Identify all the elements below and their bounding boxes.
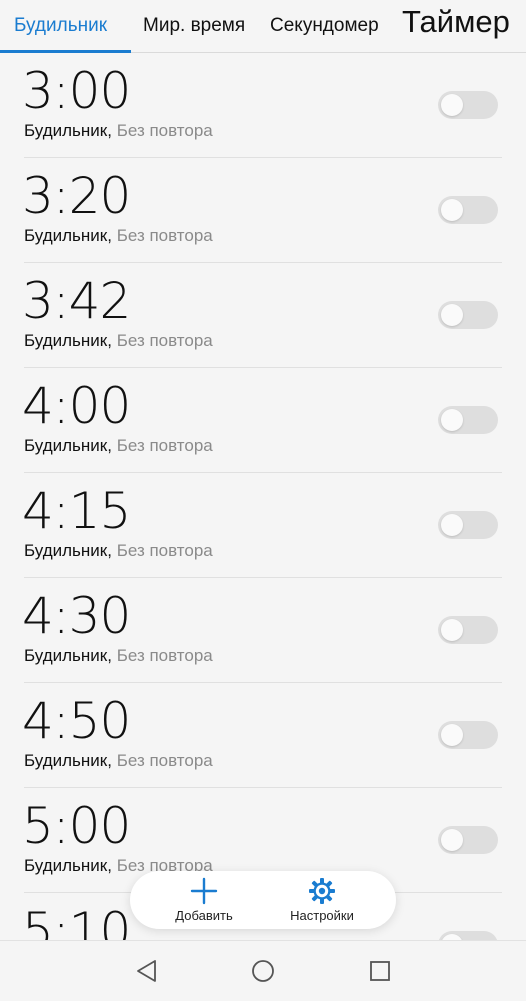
alarm-label: Будильник, (24, 751, 112, 770)
alarm-label: Будильник, (24, 856, 112, 875)
alarm-toggle[interactable] (438, 406, 498, 434)
alarm-label: Будильник, (24, 646, 112, 665)
toggle-knob (441, 199, 463, 221)
alarm-item[interactable]: 4:00 Будильник, Без повтора (0, 368, 526, 473)
toggle-knob (441, 829, 463, 851)
toggle-knob (441, 724, 463, 746)
tab-stopwatch[interactable]: Секундомер (270, 0, 379, 52)
alarm-toggle[interactable] (438, 301, 498, 329)
alarm-subtitle: Будильник, Без повтора (24, 645, 213, 667)
alarm-time: 4:15 (22, 482, 131, 540)
alarm-repeat: Без повтора (116, 331, 213, 350)
alarm-label: Будильник, (24, 436, 112, 455)
alarm-repeat: Без повтора (116, 646, 213, 665)
alarm-time: 3:00 (22, 62, 131, 120)
alarm-toggle[interactable] (438, 616, 498, 644)
system-navigation-bar (0, 940, 526, 1001)
alarm-item[interactable]: 4:50 Будильник, Без повтора (0, 683, 526, 788)
add-alarm-button[interactable]: Добавить (144, 871, 264, 929)
alarm-toggle[interactable] (438, 721, 498, 749)
alarm-subtitle: Будильник, Без повтора (24, 330, 213, 352)
alarm-label: Будильник, (24, 226, 112, 245)
alarm-repeat: Без повтора (116, 121, 213, 140)
alarm-time: 4:00 (22, 377, 131, 435)
tab-alarm[interactable]: Будильник (14, 0, 107, 52)
alarm-repeat: Без повтора (116, 226, 213, 245)
alarm-toggle[interactable] (438, 511, 498, 539)
alarm-subtitle: Будильник, Без повтора (24, 225, 213, 247)
alarm-repeat: Без повтора (116, 436, 213, 455)
tab-bar: Будильник Мир. время Секундомер Таймер (0, 0, 526, 53)
alarm-label: Будильник, (24, 121, 112, 140)
toggle-knob (441, 304, 463, 326)
tab-timer[interactable]: Таймер (402, 0, 510, 44)
toggle-knob (441, 409, 463, 431)
toggle-knob (441, 514, 463, 536)
alarm-item[interactable]: 3:00 Будильник, Без повтора (0, 53, 526, 158)
toggle-knob (441, 619, 463, 641)
alarm-repeat: Без повтора (116, 541, 213, 560)
settings-label: Настройки (290, 908, 354, 923)
alarm-item[interactable]: 3:20 Будильник, Без повтора (0, 158, 526, 263)
alarm-subtitle: Будильник, Без повтора (24, 435, 213, 457)
alarm-subtitle: Будильник, Без повтора (24, 750, 213, 772)
toggle-knob (441, 94, 463, 116)
settings-button[interactable]: Настройки (262, 871, 382, 929)
back-triangle-icon[interactable] (135, 959, 159, 983)
alarm-time: 5:00 (22, 797, 131, 855)
gear-icon (309, 878, 335, 904)
alarm-list[interactable]: 3:00 Будильник, Без повтора 3:20 Будильн… (0, 53, 526, 940)
add-alarm-label: Добавить (175, 908, 233, 923)
alarm-item[interactable]: 3:42 Будильник, Без повтора (0, 263, 526, 368)
recent-square-icon[interactable] (368, 959, 392, 983)
alarm-subtitle: Будильник, Без повтора (24, 120, 213, 142)
alarm-item[interactable]: 4:15 Будильник, Без повтора (0, 473, 526, 578)
alarm-item[interactable]: 4:30 Будильник, Без повтора (0, 578, 526, 683)
alarm-time: 4:50 (22, 692, 131, 750)
alarm-toggle[interactable] (438, 91, 498, 119)
plus-icon (190, 877, 218, 905)
home-circle-icon[interactable] (251, 959, 275, 983)
alarm-toggle[interactable] (438, 826, 498, 854)
alarm-label: Будильник, (24, 541, 112, 560)
active-tab-indicator (0, 50, 131, 53)
tab-world-clock[interactable]: Мир. время (143, 0, 245, 52)
alarm-toggle[interactable] (438, 196, 498, 224)
alarm-label: Будильник, (24, 331, 112, 350)
alarm-time: 3:42 (22, 272, 131, 330)
alarm-time: 3:20 (22, 167, 131, 225)
alarm-actions-bar: Добавить Настройки (130, 871, 396, 929)
alarm-time: 4:30 (22, 587, 131, 645)
alarm-toggle[interactable] (438, 931, 498, 940)
alarm-repeat: Без повтора (116, 751, 213, 770)
alarm-time: 5:10 (22, 902, 131, 940)
alarm-subtitle: Будильник, Без повтора (24, 540, 213, 562)
